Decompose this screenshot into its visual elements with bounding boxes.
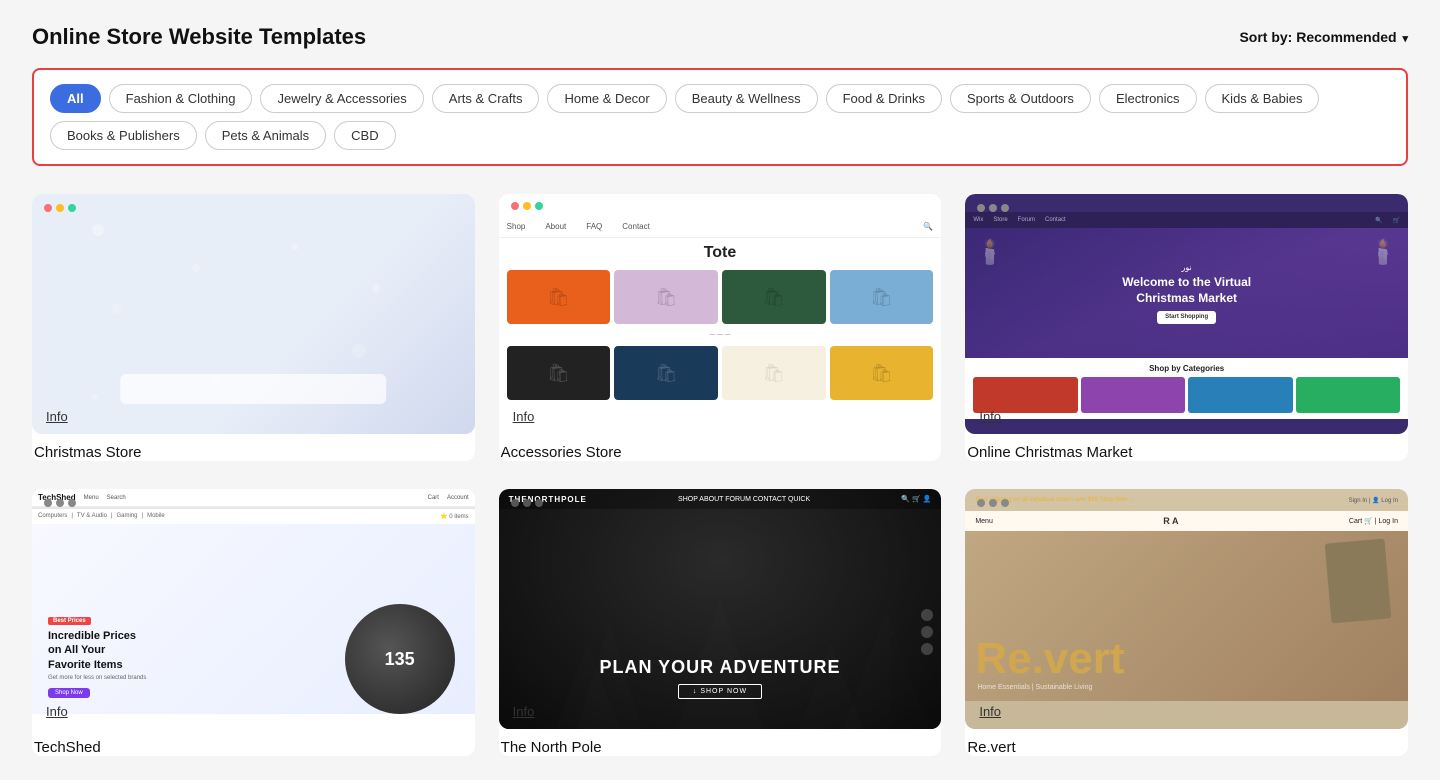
- template-card-revert: Free shipping on all individual orders o…: [965, 489, 1408, 756]
- view-button[interactable]: View: [173, 321, 333, 358]
- tech-headline: Incredible Priceson All YourFavorite Ite…: [48, 629, 146, 672]
- card-thumbnail-northpole[interactable]: THENORTHPOLE SHOP ABOUT FORUM CONTACT QU…: [499, 489, 942, 729]
- info-link[interactable]: Info: [979, 704, 1001, 719]
- chevron-down-icon: ▾: [1402, 33, 1408, 45]
- edit-button[interactable]: Edit: [640, 270, 800, 307]
- market-title: Welcome to the VirtualChristmas Market: [1122, 274, 1251, 308]
- info-link[interactable]: Info: [513, 704, 535, 719]
- filter-btn-electronics[interactable]: Electronics: [1099, 84, 1197, 113]
- window-dots: [511, 202, 543, 210]
- template-card-accessories-store: ShopAboutFAQContact 🔍 Tote 🛍 🛍 🛍 🛍: [499, 194, 942, 461]
- dot-green: [68, 204, 76, 212]
- info-link[interactable]: Info: [46, 704, 68, 719]
- window-dots: [977, 499, 1009, 507]
- info-link[interactable]: Info: [46, 409, 68, 424]
- sort-label: Sort by:: [1239, 29, 1292, 45]
- card-label: TechShed: [32, 739, 475, 756]
- filter-btn-arts[interactable]: Arts & Crafts: [432, 84, 540, 113]
- sort-value[interactable]: Recommended: [1296, 29, 1396, 45]
- view-button[interactable]: View: [640, 616, 800, 653]
- window-dots: [511, 499, 543, 507]
- card-thumbnail-christmas-market[interactable]: WixStoreForumContact 🔍 🛒 🕯️ 🕯️ نور Welco…: [965, 194, 1408, 434]
- revert-subtitle: Home Essentials | Sustainable Living: [977, 684, 1092, 691]
- dot-3: [535, 499, 543, 507]
- template-card-northpole: THENORTHPOLE SHOP ABOUT FORUM CONTACT QU…: [499, 489, 942, 756]
- tech-sub: Get more for less on selected brands: [48, 675, 146, 681]
- filter-row-2: Books & Publishers Pets & Animals CBD: [50, 121, 1390, 150]
- window-dots: [44, 499, 76, 507]
- dot-3: [68, 499, 76, 507]
- north-title: PLAN YOUR ADVENTURE: [599, 657, 840, 678]
- window-dots: [977, 204, 1009, 212]
- card-label: Re.vert: [965, 739, 1408, 756]
- welcome-text: نور: [1122, 262, 1251, 273]
- edit-button[interactable]: Edit: [173, 565, 333, 602]
- filter-btn-kids[interactable]: Kids & Babies: [1205, 84, 1320, 113]
- tech-badge: Best Prices: [48, 617, 91, 625]
- filter-row-1: All Fashion & Clothing Jewelry & Accesso…: [50, 84, 1390, 113]
- dot-green: [535, 202, 543, 210]
- card-label: Online Christmas Market: [965, 444, 1408, 461]
- filter-btn-sports[interactable]: Sports & Outdoors: [950, 84, 1091, 113]
- tech-text: Best Prices Incredible Priceson All Your…: [48, 609, 146, 698]
- filter-btn-books[interactable]: Books & Publishers: [50, 121, 197, 150]
- info-link[interactable]: Info: [979, 409, 1001, 424]
- filter-btn-home[interactable]: Home & Decor: [547, 84, 666, 113]
- card-label: Accessories Store: [499, 444, 942, 461]
- filter-btn-cbd[interactable]: CBD: [334, 121, 395, 150]
- page-header: Online Store Website Templates Sort by: …: [32, 24, 1408, 50]
- filter-btn-food[interactable]: Food & Drinks: [826, 84, 942, 113]
- card-label: Christmas Store: [32, 444, 475, 461]
- template-card-techshed: TechShed MenuSearchCartAccount Computers…: [32, 489, 475, 756]
- card-thumbnail-revert[interactable]: Free shipping on all individual orders o…: [965, 489, 1408, 729]
- edit-button[interactable]: Edit: [1107, 565, 1267, 602]
- market-shop-btn[interactable]: Start Shopping: [1157, 311, 1216, 323]
- filter-btn-all[interactable]: All: [50, 84, 101, 113]
- template-card-christmas-market: WixStoreForumContact 🔍 🛒 🕯️ 🕯️ نور Welco…: [965, 194, 1408, 461]
- card-thumbnail-christmas-store[interactable]: Edit View Info: [32, 194, 475, 434]
- window-dots: [44, 204, 76, 212]
- dot-3: [1001, 499, 1009, 507]
- dot-2: [989, 499, 997, 507]
- page-wrapper: Online Store Website Templates Sort by: …: [0, 0, 1440, 780]
- dot-red: [44, 204, 52, 212]
- edit-button[interactable]: Edit: [640, 565, 800, 602]
- filter-btn-jewelry[interactable]: Jewelry & Accessories: [260, 84, 423, 113]
- tech-shop-btn[interactable]: Shop Now: [48, 688, 90, 698]
- card-thumbnail-techshed[interactable]: TechShed MenuSearchCartAccount Computers…: [32, 489, 475, 729]
- dot-1: [511, 499, 519, 507]
- filter-box: All Fashion & Clothing Jewelry & Accesso…: [32, 68, 1408, 166]
- view-button[interactable]: View: [640, 321, 800, 358]
- info-link[interactable]: Info: [513, 409, 535, 424]
- sort-area[interactable]: Sort by: Recommended ▾: [1239, 29, 1408, 45]
- dot-2: [56, 499, 64, 507]
- north-shop-btn[interactable]: ↓ SHOP NOW: [678, 684, 762, 699]
- card-thumbnail-accessories[interactable]: ShopAboutFAQContact 🔍 Tote 🛍 🛍 🛍 🛍: [499, 194, 942, 434]
- dot-2: [523, 499, 531, 507]
- dot-yellow: [523, 202, 531, 210]
- dot-1: [977, 204, 985, 212]
- filter-btn-beauty[interactable]: Beauty & Wellness: [675, 84, 818, 113]
- dot-1: [44, 499, 52, 507]
- filter-btn-fashion[interactable]: Fashion & Clothing: [109, 84, 253, 113]
- card-label: The North Pole: [499, 739, 942, 756]
- filter-btn-pets[interactable]: Pets & Animals: [205, 121, 326, 150]
- view-button[interactable]: View: [1107, 616, 1267, 653]
- market-hero-text: نور Welcome to the VirtualChristmas Mark…: [1122, 262, 1251, 323]
- dot-3: [1001, 204, 1009, 212]
- template-card-christmas-store: Edit View Info Christmas Store: [32, 194, 475, 461]
- view-button[interactable]: View: [173, 616, 333, 653]
- dot-yellow: [56, 204, 64, 212]
- north-content: PLAN YOUR ADVENTURE ↓ SHOP NOW: [599, 657, 840, 729]
- dot-red: [511, 202, 519, 210]
- dot-1: [977, 499, 985, 507]
- edit-button[interactable]: Edit: [173, 270, 333, 307]
- page-title: Online Store Website Templates: [32, 24, 366, 50]
- dot-2: [989, 204, 997, 212]
- view-button[interactable]: View: [1107, 321, 1267, 358]
